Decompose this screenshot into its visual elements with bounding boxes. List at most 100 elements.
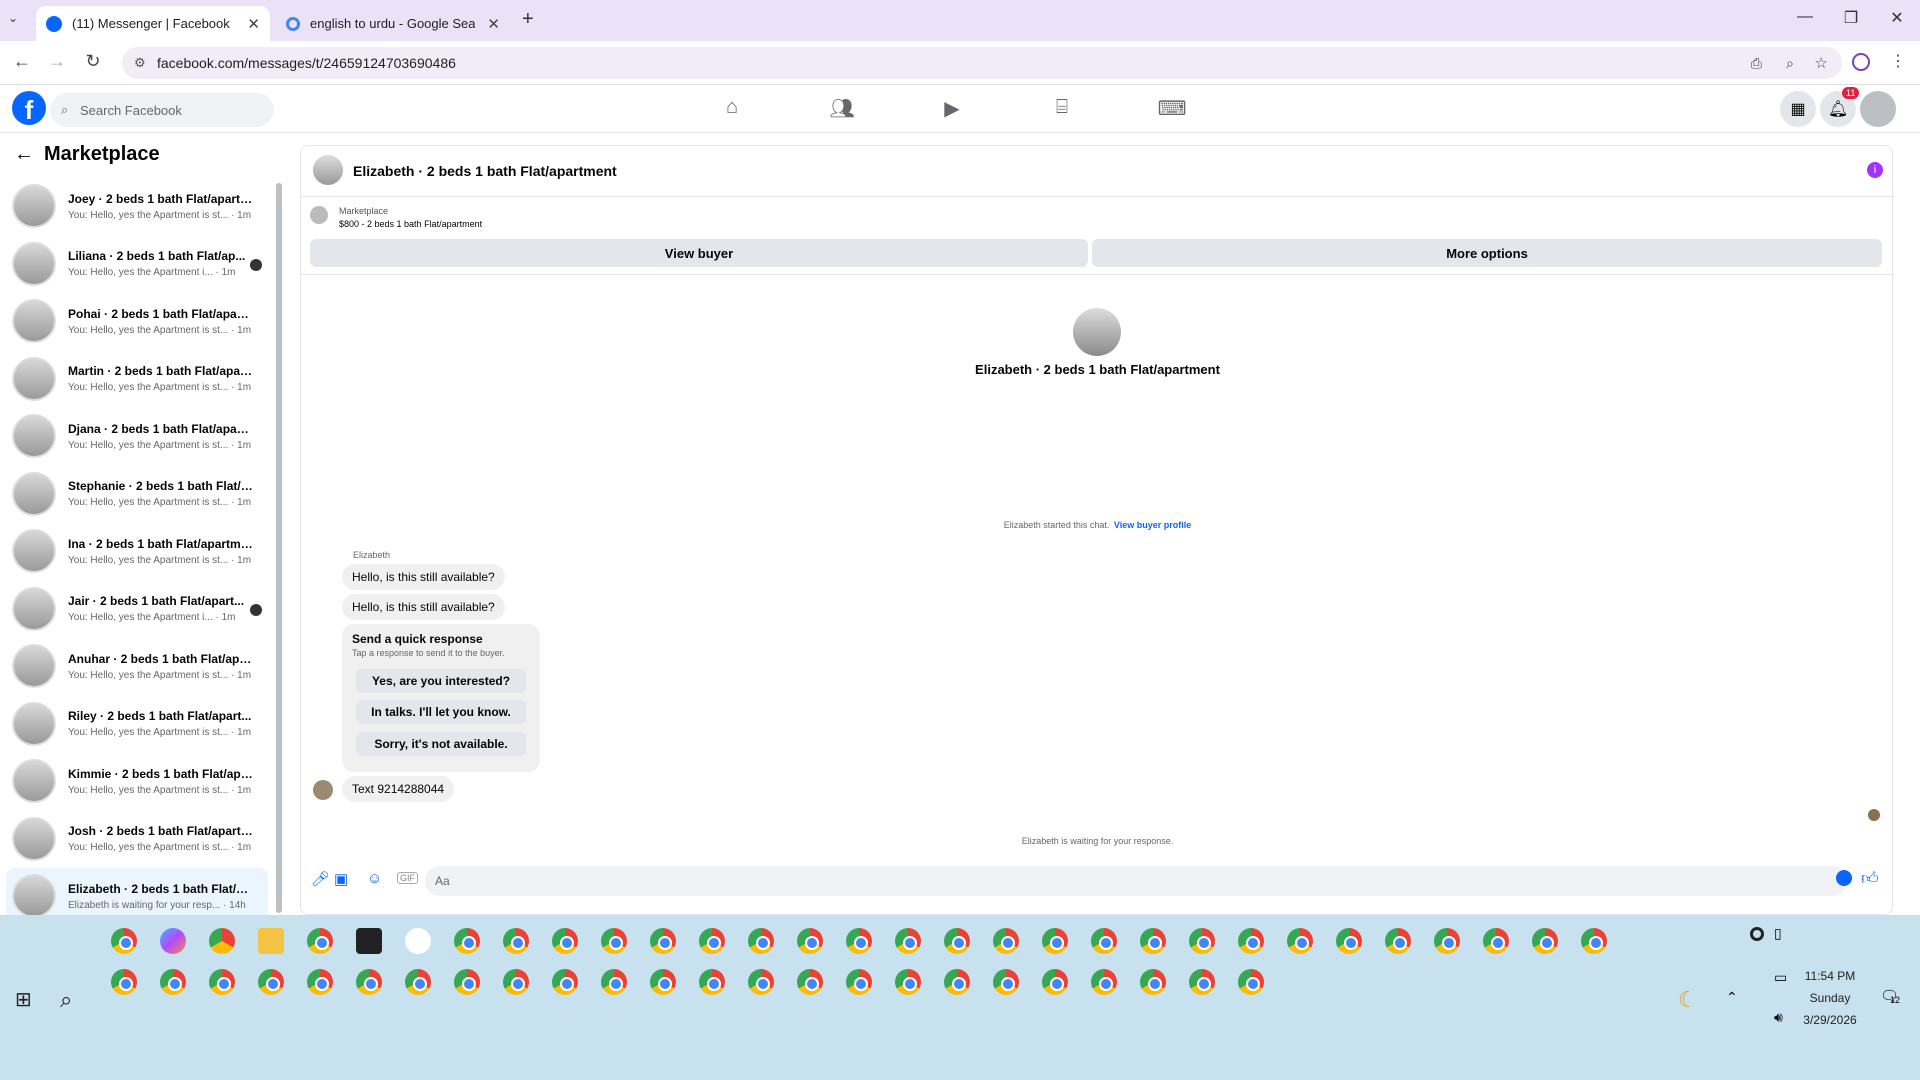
chrome-window-icon[interactable]: [993, 928, 1019, 954]
conversation-item[interactable]: Josh · 2 beds 1 bath Flat/apartm... You: …: [6, 811, 268, 867]
view-buyer-profile-link[interactable]: View buyer profile: [1114, 520, 1191, 530]
tab-search-dropdown[interactable]: ⌄: [8, 11, 18, 25]
chrome-window-icon[interactable]: [1091, 969, 1117, 995]
network-icon[interactable]: ▭: [1774, 969, 1787, 986]
chrome-window-icon[interactable]: [748, 928, 774, 954]
tab-google-search[interactable]: english to urdu - Google Search ✕: [276, 6, 510, 41]
chrome-window-icon[interactable]: [1385, 928, 1411, 954]
view-buyer-button[interactable]: View buyer: [310, 239, 1088, 267]
chrome-window-icon[interactable]: [111, 969, 137, 995]
back-arrow-icon[interactable]: ←: [14, 143, 34, 166]
message-bubble[interactable]: Hello, is this still available?: [342, 594, 505, 620]
thumbs-up-icon[interactable]: 👍︎: [1861, 868, 1879, 889]
new-tab-button[interactable]: +: [522, 8, 534, 31]
chrome-window-icon[interactable]: [748, 969, 774, 995]
chrome-window-icon[interactable]: [846, 928, 872, 954]
record-icon[interactable]: [1750, 927, 1764, 941]
copilot-icon[interactable]: [160, 928, 186, 954]
conversation-item[interactable]: Pohai · 2 beds 1 bath Flat/apart... You: …: [6, 293, 268, 349]
close-tab-icon[interactable]: ✕: [247, 15, 260, 33]
browser-menu-icon[interactable]: ⋮: [1890, 51, 1906, 71]
chrome-icon[interactable]: [209, 928, 235, 954]
marketplace-icon[interactable]: ⌸: [1042, 96, 1082, 119]
menu-grid-button[interactable]: ▦: [1780, 91, 1816, 127]
show-hidden-icons[interactable]: ⌃: [1726, 989, 1738, 1006]
chrome-window-icon[interactable]: [1189, 928, 1215, 954]
gif-icon[interactable]: GIF: [397, 872, 418, 884]
chrome-window-icon[interactable]: [650, 969, 676, 995]
chrome-window-icon[interactable]: [209, 969, 235, 995]
chrome-window-icon[interactable]: [601, 928, 627, 954]
search-facebook-input[interactable]: ⌕ Search Facebook: [50, 93, 274, 127]
close-tab-icon[interactable]: ✕: [487, 15, 500, 33]
chrome-window-icon[interactable]: [1091, 928, 1117, 954]
conversation-item[interactable]: Liliana · 2 beds 1 bath Flat/ap... You: H…: [6, 236, 268, 292]
chrome-window-icon[interactable]: [944, 928, 970, 954]
bookmark-star-icon[interactable]: ☆: [1815, 54, 1828, 72]
notification-center-icon[interactable]: 🗨︎ 12: [1880, 987, 1900, 1005]
chrome-window-icon[interactable]: [552, 969, 578, 995]
chrome-window-icon[interactable]: [601, 969, 627, 995]
chrome-window-icon[interactable]: [1140, 928, 1166, 954]
tab-messenger[interactable]: (11) Messenger | Facebook ✕: [36, 6, 270, 41]
chrome-window-icon[interactable]: [503, 928, 529, 954]
address-bar[interactable]: ⚙ facebook.com/messages/t/24659124703690…: [122, 47, 1842, 79]
back-arrow-icon[interactable]: ←: [10, 51, 34, 72]
chrome-window-icon[interactable]: [503, 969, 529, 995]
chrome-window-icon[interactable]: [258, 969, 284, 995]
conversation-item[interactable]: Anuhar · 2 beds 1 bath Flat/apa... You: H…: [6, 638, 268, 694]
conversation-item[interactable]: Djana · 2 beds 1 bath Flat/apart... You: …: [6, 408, 268, 464]
more-options-button[interactable]: More options: [1092, 239, 1882, 267]
chrome-window-icon[interactable]: [1189, 969, 1215, 995]
friends-icon[interactable]: 👥︎: [822, 96, 862, 121]
snipping-tool-icon[interactable]: [405, 928, 431, 954]
sticky-notes-icon[interactable]: [356, 928, 382, 954]
chrome-window-icon[interactable]: [1336, 928, 1362, 954]
sticker-icon[interactable]: ☺: [367, 870, 382, 887]
capture-icon[interactable]: ▯: [1774, 925, 1782, 942]
clock-date[interactable]: 3/29/2026: [1800, 1013, 1860, 1027]
chrome-window-icon[interactable]: [895, 969, 921, 995]
weather-moon-icon[interactable]: ☾: [1678, 987, 1698, 1013]
conversation-item[interactable]: Martin · 2 beds 1 bath Flat/apar... You: …: [6, 351, 268, 407]
quick-response-talks[interactable]: In talks. I'll let you know.: [356, 700, 526, 724]
quick-response-sorry[interactable]: Sorry, it's not available.: [356, 732, 526, 756]
conversation-item[interactable]: Stephanie · 2 beds 1 bath Flat/a... You: …: [6, 466, 268, 522]
quick-response-yes[interactable]: Yes, are you interested?: [356, 669, 526, 693]
volume-icon[interactable]: 🔊︎: [1774, 1009, 1783, 1026]
forward-arrow-icon[interactable]: →: [45, 51, 69, 72]
windows-start-icon[interactable]: ⊞: [15, 987, 32, 1012]
chrome-window-icon[interactable]: [454, 969, 480, 995]
reload-icon[interactable]: ↻: [81, 51, 105, 72]
conversation-item[interactable]: Jair · 2 beds 1 bath Flat/apart... You: H…: [6, 581, 268, 637]
chrome-window-icon[interactable]: [1042, 928, 1068, 954]
profile-avatar[interactable]: [1073, 308, 1121, 356]
chrome-window-icon[interactable]: [1287, 928, 1313, 954]
chrome-window-icon[interactable]: [405, 969, 431, 995]
clock-time[interactable]: 11:54 PM: [1800, 969, 1860, 983]
chat-header-avatar[interactable]: [313, 155, 343, 185]
notifications-button[interactable]: 🔔︎ 11: [1820, 87, 1860, 127]
chrome-window-icon[interactable]: [1483, 928, 1509, 954]
chrome-window-icon[interactable]: [797, 928, 823, 954]
minimize-button[interactable]: —: [1790, 8, 1820, 26]
site-info-icon[interactable]: ⚙: [134, 55, 146, 71]
chrome-window-icon[interactable]: [1140, 969, 1166, 995]
video-icon[interactable]: ▶: [932, 96, 972, 121]
account-avatar[interactable]: [1860, 91, 1896, 127]
home-icon[interactable]: ⌂: [712, 96, 752, 119]
info-icon[interactable]: i: [1867, 162, 1883, 178]
message-bubble[interactable]: Text 9214288044: [342, 776, 455, 802]
conversation-item[interactable]: Kimmie · 2 beds 1 bath Flat/apa... You: H…: [6, 753, 268, 809]
message-input[interactable]: Aa: [425, 866, 1847, 896]
message-bubble[interactable]: Hello, is this still available?: [342, 564, 505, 590]
gaming-icon[interactable]: ⌨: [1152, 96, 1192, 121]
chrome-window-icon[interactable]: [1581, 928, 1607, 954]
chrome-window-icon[interactable]: [944, 969, 970, 995]
photo-icon[interactable]: ▣: [334, 870, 348, 888]
chrome-window-icon[interactable]: [356, 969, 382, 995]
chrome-window-icon[interactable]: [1238, 928, 1264, 954]
chrome-window-icon[interactable]: [111, 928, 137, 954]
chrome-window-icon[interactable]: [797, 969, 823, 995]
microphone-icon[interactable]: 🎤︎: [311, 870, 330, 888]
